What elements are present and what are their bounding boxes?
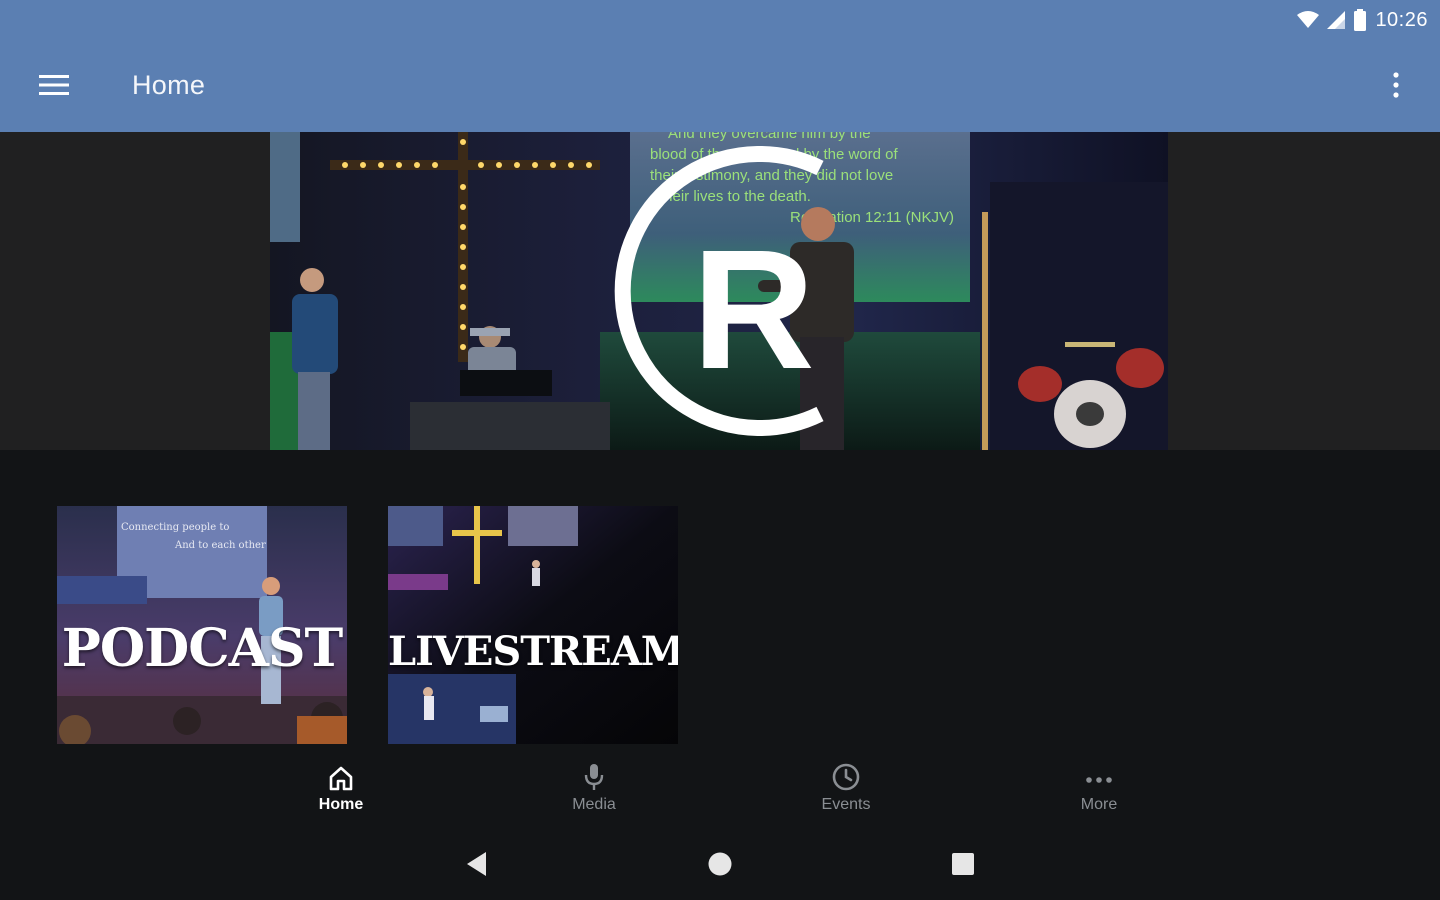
battery-icon (1353, 9, 1367, 31)
nav-label-media: Media (572, 796, 616, 813)
nav-label-events: Events (821, 796, 871, 813)
nav-item-events[interactable]: Events (776, 752, 916, 830)
app-bar: 10:26 Home (0, 0, 1440, 132)
hero-banner[interactable]: And they overcame him by the blood of th… (270, 132, 1168, 450)
church-logo-letter: R (692, 215, 815, 405)
hamburger-menu-icon (39, 75, 69, 95)
podcast-screen-line: And to each other (174, 540, 266, 551)
podcast-tile[interactable]: Connecting people to And to each other P… (57, 506, 347, 744)
overflow-menu-button[interactable] (1386, 70, 1406, 100)
bottom-navigation: Home Media Events More (0, 752, 1440, 830)
podcast-tile-label: PODCAST (61, 618, 343, 679)
back-icon (467, 852, 486, 876)
nav-label-home: Home (318, 796, 364, 813)
system-home-button[interactable] (700, 846, 740, 882)
microphone-icon (584, 764, 604, 790)
system-back-button[interactable] (457, 846, 497, 882)
livestream-tile-label: LIVESTREAM (388, 628, 678, 675)
system-navigation-bar (0, 830, 1440, 900)
status-time: 10:26 (1375, 8, 1428, 31)
nav-item-media[interactable]: Media (524, 752, 664, 830)
status-bar: 10:26 (1297, 6, 1428, 34)
nav-label-more: More (1080, 796, 1118, 813)
clock-icon (832, 763, 860, 791)
more-vert-icon (1393, 72, 1399, 98)
nav-item-home[interactable]: Home (271, 752, 411, 830)
navigation-drawer-button[interactable] (36, 70, 72, 100)
home-circle-icon (708, 852, 732, 876)
livestream-tile[interactable]: LIVESTREAM (388, 506, 678, 744)
wifi-icon (1297, 11, 1320, 29)
system-recents-button[interactable] (943, 846, 983, 882)
drum-kit (982, 182, 1168, 450)
recents-icon (952, 853, 974, 875)
home-icon (329, 766, 353, 791)
page-title: Home (132, 70, 206, 100)
hero-screen-line: And they overcame him by the (668, 132, 871, 142)
podcast-screen-line: Connecting people to (121, 522, 229, 533)
nav-item-more[interactable]: More (1029, 752, 1169, 830)
hero-screen-line: their lives to the death. (660, 188, 811, 205)
cell-signal-icon (1327, 11, 1346, 29)
more-horiz-icon (1086, 777, 1112, 783)
